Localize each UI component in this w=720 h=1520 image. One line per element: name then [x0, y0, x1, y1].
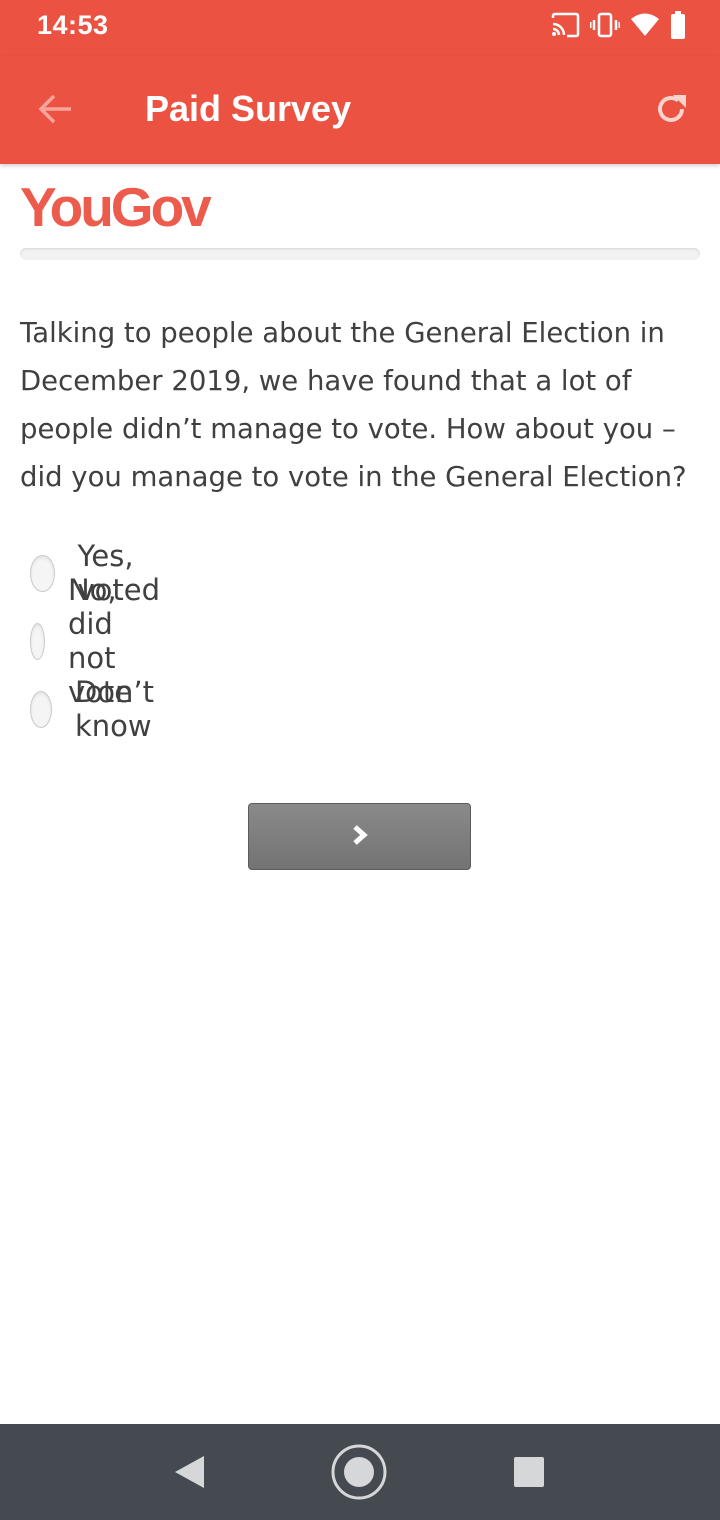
progress-bar	[20, 248, 700, 260]
radio-button[interactable]	[30, 622, 45, 660]
chevron-right-icon	[351, 824, 369, 850]
app-bar: Paid Survey	[0, 56, 720, 164]
next-button[interactable]	[248, 803, 471, 870]
status-bar: 14:53	[0, 0, 720, 56]
refresh-icon	[653, 91, 689, 131]
arrow-back-icon	[37, 93, 73, 129]
radio-button[interactable]	[30, 554, 55, 592]
radio-button[interactable]	[30, 690, 52, 728]
option-no-did-not-vote[interactable]: No, did not vote	[30, 573, 154, 709]
option-label: Don’t know	[74, 675, 155, 743]
cast-icon	[550, 12, 580, 42]
refresh-button[interactable]	[644, 84, 698, 138]
status-icons	[550, 11, 686, 43]
status-time: 14:53	[37, 10, 109, 40]
survey-question: Talking to people about the General Elec…	[20, 317, 687, 493]
vibrate-icon	[589, 12, 621, 42]
nav-back-icon[interactable]	[168, 1450, 208, 1494]
nav-home-icon[interactable]	[331, 1444, 387, 1500]
back-button[interactable]	[30, 86, 80, 136]
wifi-icon	[630, 12, 660, 42]
option-dont-know[interactable]: Don’t know	[30, 675, 169, 743]
battery-icon	[670, 11, 686, 43]
nav-recents-icon[interactable]	[512, 1455, 546, 1489]
page-title: Paid Survey	[145, 88, 352, 129]
yougov-logo: YouGov	[20, 176, 212, 238]
system-nav-bar	[0, 1424, 720, 1520]
